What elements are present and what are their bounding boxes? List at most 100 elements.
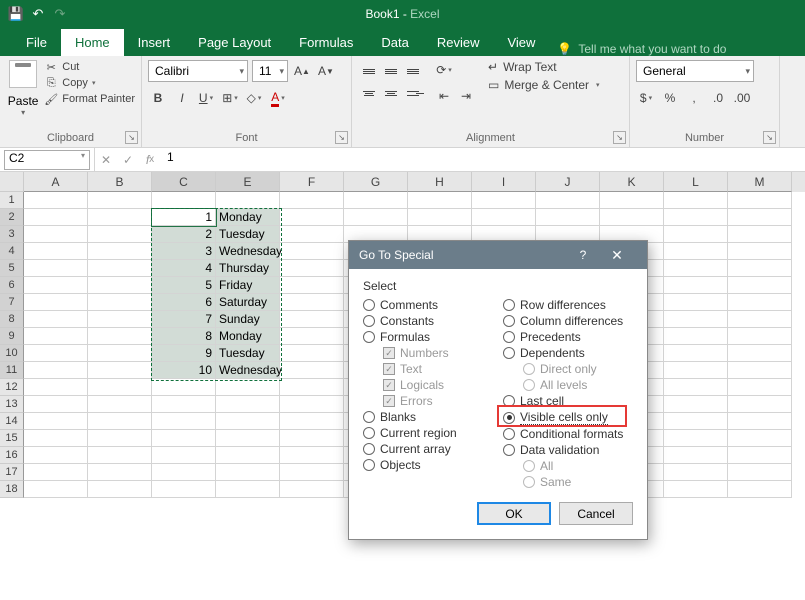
cell[interactable] — [24, 294, 88, 311]
font-name-combo[interactable]: Calibri — [148, 60, 248, 82]
radio-dependents[interactable]: Dependents — [503, 345, 633, 361]
cancel-formula-icon[interactable]: ✕ — [95, 149, 117, 171]
cell[interactable] — [728, 379, 792, 396]
cell[interactable] — [24, 328, 88, 345]
column-header-E[interactable]: E — [216, 172, 280, 192]
cell[interactable] — [280, 260, 344, 277]
cell[interactable] — [728, 243, 792, 260]
row-header[interactable]: 12 — [0, 379, 24, 396]
cell[interactable] — [24, 464, 88, 481]
wrap-text-button[interactable]: ↵Wrap Text — [488, 60, 600, 74]
align-top-icon[interactable] — [358, 60, 380, 82]
tab-insert[interactable]: Insert — [124, 29, 185, 56]
cell[interactable] — [24, 362, 88, 379]
cell[interactable] — [152, 447, 216, 464]
column-header-K[interactable]: K — [600, 172, 664, 192]
cell[interactable] — [664, 481, 728, 498]
cell[interactable]: Tuesday — [216, 345, 280, 362]
column-header-A[interactable]: A — [24, 172, 88, 192]
dialog-help-icon[interactable]: ? — [569, 248, 597, 262]
accounting-format-button[interactable]: $ — [636, 88, 656, 108]
cell[interactable] — [88, 209, 152, 226]
radio-blanks[interactable]: Blanks — [363, 409, 493, 425]
cell[interactable] — [280, 277, 344, 294]
cell[interactable] — [24, 192, 88, 209]
cell[interactable]: Saturday — [216, 294, 280, 311]
cell[interactable] — [408, 209, 472, 226]
cell[interactable] — [728, 277, 792, 294]
cell[interactable] — [280, 430, 344, 447]
cell[interactable]: Wednesday — [216, 362, 280, 379]
cell[interactable] — [536, 209, 600, 226]
cell[interactable] — [24, 345, 88, 362]
cell[interactable] — [664, 192, 728, 209]
cell[interactable] — [88, 379, 152, 396]
radio-formulas[interactable]: Formulas — [363, 329, 493, 345]
cell[interactable] — [344, 192, 408, 209]
cell[interactable] — [664, 396, 728, 413]
row-header[interactable]: 8 — [0, 311, 24, 328]
paste-button[interactable]: Paste ▾ — [6, 60, 40, 130]
cell[interactable]: 10 — [152, 362, 216, 379]
column-header-C[interactable]: C — [152, 172, 216, 192]
cell[interactable]: Thursday — [216, 260, 280, 277]
cell[interactable] — [88, 311, 152, 328]
accept-formula-icon[interactable]: ✓ — [117, 149, 139, 171]
ok-button[interactable]: OK — [477, 502, 551, 525]
row-header[interactable]: 7 — [0, 294, 24, 311]
save-icon[interactable]: 💾 — [8, 6, 24, 22]
fill-color-button[interactable]: ◇ — [244, 88, 264, 108]
radio-current-array[interactable]: Current array — [363, 441, 493, 457]
row-header[interactable]: 2 — [0, 209, 24, 226]
cell[interactable] — [664, 328, 728, 345]
row-header[interactable]: 18 — [0, 481, 24, 498]
cell[interactable] — [280, 379, 344, 396]
column-header-I[interactable]: I — [472, 172, 536, 192]
cell[interactable] — [216, 430, 280, 447]
cell[interactable] — [728, 209, 792, 226]
cell[interactable]: Friday — [216, 277, 280, 294]
cell[interactable]: 1 — [152, 209, 216, 226]
cell[interactable] — [664, 311, 728, 328]
cell[interactable] — [728, 481, 792, 498]
radio-objects[interactable]: Objects — [363, 457, 493, 473]
cell[interactable] — [664, 379, 728, 396]
cell[interactable] — [280, 481, 344, 498]
cell[interactable] — [664, 243, 728, 260]
cell[interactable] — [472, 209, 536, 226]
cell[interactable] — [280, 209, 344, 226]
align-left-icon[interactable] — [358, 82, 380, 104]
cell[interactable] — [88, 413, 152, 430]
font-size-combo[interactable]: 11 — [252, 60, 288, 82]
tab-page-layout[interactable]: Page Layout — [184, 29, 285, 56]
cell[interactable] — [88, 294, 152, 311]
cell[interactable] — [728, 226, 792, 243]
column-header-M[interactable]: M — [728, 172, 792, 192]
cell[interactable] — [536, 192, 600, 209]
cell[interactable] — [216, 379, 280, 396]
cell[interactable] — [216, 192, 280, 209]
row-header[interactable]: 5 — [0, 260, 24, 277]
cell[interactable] — [216, 481, 280, 498]
cell[interactable] — [216, 464, 280, 481]
merge-center-button[interactable]: ▭Merge & Center — [488, 78, 600, 92]
cell[interactable] — [664, 362, 728, 379]
cell[interactable] — [600, 209, 664, 226]
cell[interactable] — [152, 413, 216, 430]
cell[interactable] — [728, 362, 792, 379]
tab-home[interactable]: Home — [61, 29, 124, 56]
bold-button[interactable]: B — [148, 88, 168, 108]
column-header-F[interactable]: F — [280, 172, 344, 192]
radio-precedents[interactable]: Precedents — [503, 329, 633, 345]
italic-button[interactable]: I — [172, 88, 192, 108]
cell[interactable] — [280, 294, 344, 311]
cell[interactable]: Monday — [216, 209, 280, 226]
borders-button[interactable]: ⊞ — [220, 88, 240, 108]
row-header[interactable]: 14 — [0, 413, 24, 430]
cell[interactable] — [664, 345, 728, 362]
cell[interactable] — [728, 311, 792, 328]
column-header-H[interactable]: H — [408, 172, 472, 192]
cell[interactable] — [216, 413, 280, 430]
radio-comments[interactable]: Comments — [363, 297, 493, 313]
cell[interactable]: 6 — [152, 294, 216, 311]
